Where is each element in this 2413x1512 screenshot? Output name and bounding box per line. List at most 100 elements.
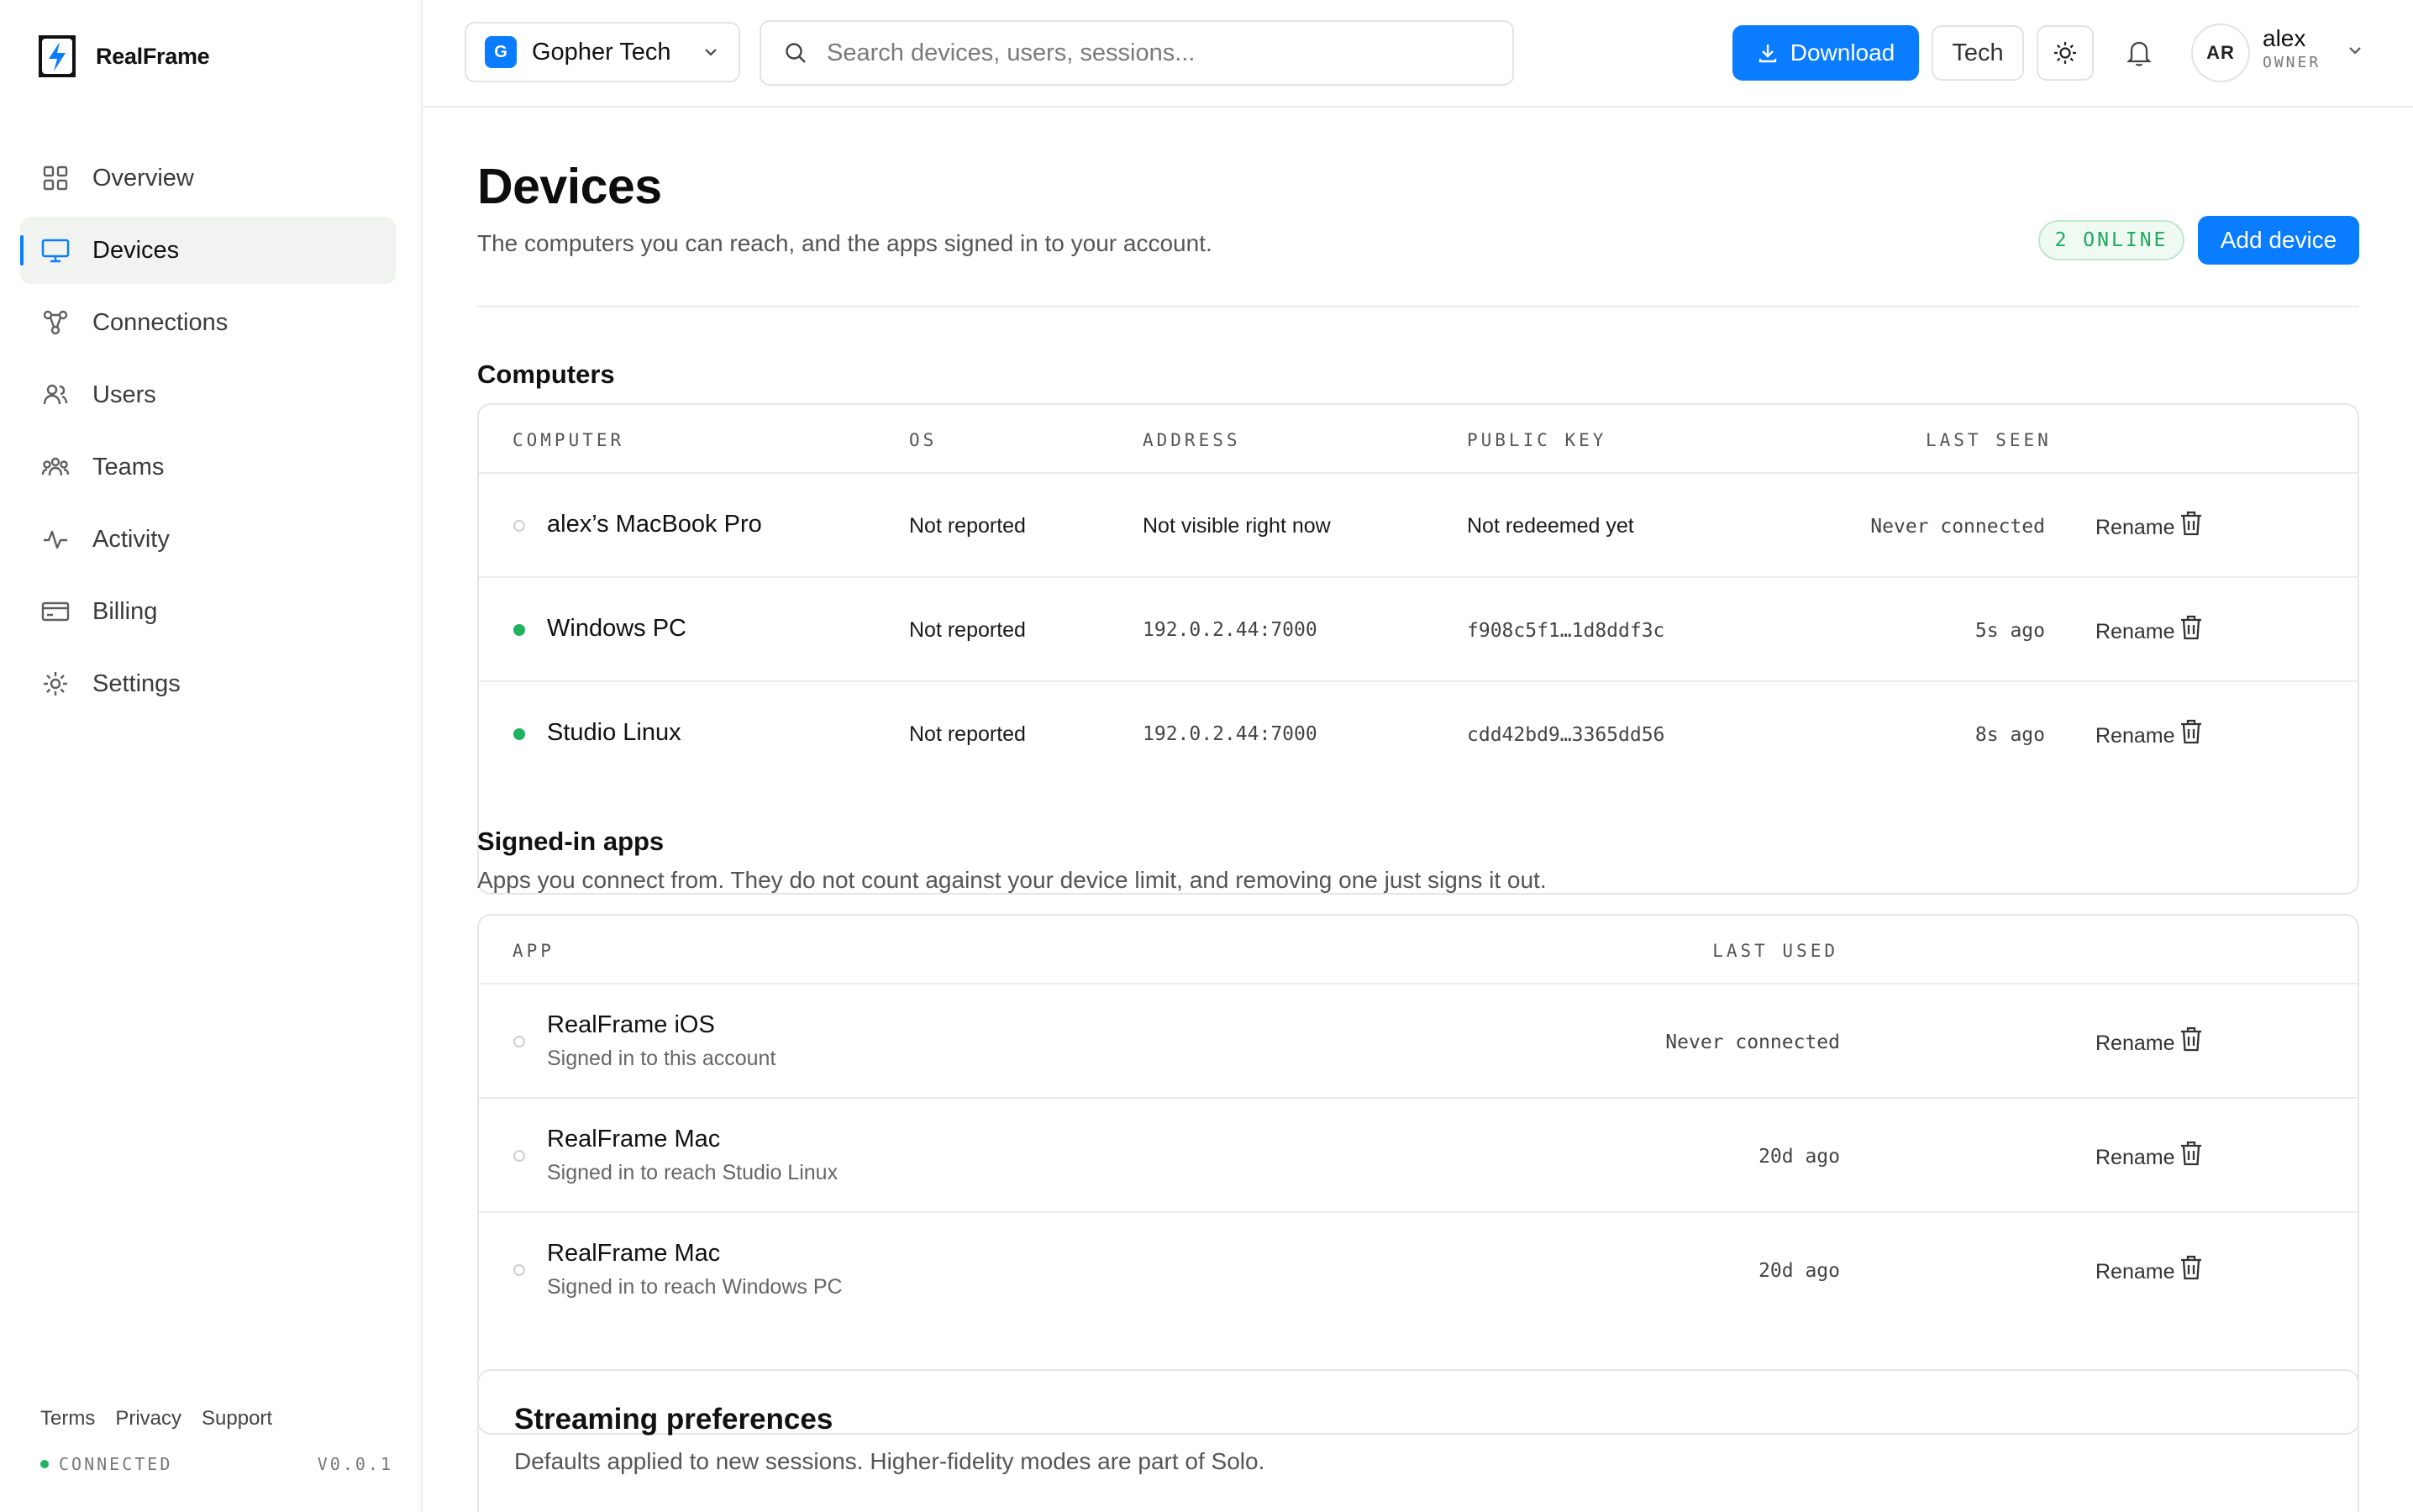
- trash-icon[interactable]: [2179, 1025, 2204, 1053]
- page-subtitle: The computers you can reach, and the app…: [477, 230, 1212, 256]
- sidebar-item-settings[interactable]: Settings: [20, 650, 396, 717]
- download-button[interactable]: Download: [1732, 25, 1919, 81]
- tech-button[interactable]: Tech: [1932, 25, 2024, 81]
- online-status-dot: [513, 624, 525, 636]
- sidebar-item-label: Overview: [92, 164, 194, 192]
- sidebar-footer: Terms Privacy Support CONNECTED V0.0.1: [40, 1407, 393, 1474]
- app-detail: Signed in to reach Windows PC: [547, 1275, 843, 1299]
- table-row[interactable]: Windows PC Not reported 192.0.2.44:7000 …: [479, 578, 2358, 682]
- table-header: COMPUTER OS ADDRESS PUBLIC KEY LAST SEEN: [479, 405, 2358, 474]
- terms-link[interactable]: Terms: [40, 1407, 95, 1431]
- download-icon: [1757, 42, 1779, 64]
- computer-address: 192.0.2.44:7000: [1143, 619, 1317, 641]
- apps-section-subtitle: Apps you connect from. They do not count…: [477, 867, 1547, 893]
- team-icon: [40, 452, 71, 482]
- brand-name: RealFrame: [96, 43, 210, 69]
- rename-button[interactable]: Rename: [2095, 1260, 2175, 1284]
- rename-button[interactable]: Rename: [2095, 724, 2175, 748]
- trash-icon[interactable]: [2179, 509, 2204, 538]
- trash-icon[interactable]: [2179, 613, 2204, 642]
- connection-status: CONNECTED: [40, 1454, 172, 1474]
- app-last-used: 20d ago: [1758, 1146, 1840, 1168]
- sidebar-item-teams[interactable]: Teams: [20, 433, 396, 501]
- computer-os: Not reported: [909, 514, 1026, 538]
- computer-public-key: cdd42bd9…3365dd56: [1467, 724, 1665, 746]
- sidebar-item-billing[interactable]: Billing: [20, 578, 396, 645]
- computer-os: Not reported: [909, 722, 1026, 746]
- connection-status-label: CONNECTED: [59, 1454, 173, 1474]
- privacy-link[interactable]: Privacy: [115, 1407, 181, 1431]
- offline-status-dot: [513, 1150, 525, 1162]
- trash-icon[interactable]: [2179, 1253, 2204, 1282]
- page-title: Devices: [477, 159, 662, 214]
- org-switcher[interactable]: G Gopher Tech: [465, 22, 740, 82]
- sidebar-item-connections[interactable]: Connections: [20, 289, 396, 356]
- topbar: G Gopher Tech Download Tech AR alex OWNE…: [423, 0, 2413, 108]
- column-header-computer: COMPUTER: [513, 430, 625, 450]
- computer-last-seen: Never connected: [1870, 516, 2045, 538]
- computer-last-seen: 5s ago: [1974, 620, 2045, 642]
- chevron-down-icon: [702, 43, 720, 61]
- notifications-button[interactable]: [2120, 34, 2158, 72]
- computer-address: 192.0.2.44:7000: [1143, 723, 1317, 745]
- trash-icon[interactable]: [2179, 1139, 2204, 1168]
- brand-logo[interactable]: RealFrame: [34, 30, 210, 82]
- app-last-used: Never connected: [1665, 1032, 1840, 1053]
- online-count-badge: 2 ONLINE: [2038, 220, 2184, 260]
- support-link[interactable]: Support: [202, 1407, 272, 1431]
- computer-name: alex’s MacBook Pro: [547, 511, 762, 538]
- apps-table: APP LAST USED RealFrame iOS Signed in to…: [477, 914, 2359, 1435]
- streaming-preferences-card: Streaming preferences Defaults applied t…: [477, 1369, 2359, 1512]
- add-device-button[interactable]: Add device: [2198, 216, 2359, 265]
- user-role: OWNER: [2263, 54, 2321, 71]
- users-icon: [40, 380, 71, 410]
- activity-icon: [40, 524, 71, 554]
- table-row[interactable]: RealFrame Mac Signed in to reach Studio …: [479, 1099, 2358, 1213]
- rename-button[interactable]: Rename: [2095, 516, 2175, 540]
- column-header-os: OS: [909, 430, 938, 450]
- rename-button[interactable]: Rename: [2095, 1146, 2175, 1170]
- table-row[interactable]: alex’s MacBook Pro Not reported Not visi…: [479, 474, 2358, 578]
- user-menu[interactable]: alex OWNER: [2263, 25, 2321, 71]
- sidebar-item-users[interactable]: Users: [20, 361, 396, 428]
- credit-card-icon: [40, 596, 71, 627]
- table-row[interactable]: RealFrame Mac Signed in to reach Windows…: [479, 1213, 2358, 1327]
- chevron-down-icon[interactable]: [2345, 40, 2365, 60]
- streaming-preferences-title: Streaming preferences: [514, 1403, 833, 1436]
- sidebar-item-overview[interactable]: Overview: [20, 144, 396, 212]
- offline-status-dot: [513, 1264, 525, 1276]
- apps-section-title: Signed-in apps: [477, 827, 665, 856]
- bolt-logo-icon: [34, 32, 81, 81]
- search-icon: [783, 40, 808, 66]
- app-name: RealFrame Mac: [547, 1126, 721, 1152]
- rename-button[interactable]: Rename: [2095, 620, 2175, 644]
- column-header-app: APP: [513, 941, 555, 961]
- sidebar-item-label: Users: [92, 381, 156, 408]
- table-row[interactable]: RealFrame iOS Signed in to this account …: [479, 984, 2358, 1099]
- streaming-preferences-subtitle: Defaults applied to new sessions. Higher…: [514, 1448, 1265, 1474]
- column-header-last-used: LAST USED: [1712, 941, 1838, 961]
- theme-toggle-button[interactable]: [2037, 25, 2094, 81]
- rename-button[interactable]: Rename: [2095, 1032, 2175, 1056]
- search-box[interactable]: [760, 20, 1514, 86]
- table-row[interactable]: Studio Linux Not reported 192.0.2.44:700…: [479, 682, 2358, 786]
- grid-icon: [40, 163, 71, 193]
- sidebar-item-devices[interactable]: Devices: [20, 217, 396, 284]
- offline-status-dot: [513, 1036, 525, 1047]
- sidebar-item-label: Activity: [92, 525, 170, 553]
- org-name: Gopher Tech: [532, 38, 671, 66]
- avatar[interactable]: AR: [2191, 24, 2250, 82]
- search-input[interactable]: [827, 39, 1490, 67]
- column-header-last-seen: LAST SEEN: [1926, 430, 2052, 450]
- computer-os: Not reported: [909, 618, 1026, 642]
- app-name: RealFrame iOS: [547, 1011, 715, 1038]
- sidebar-item-label: Settings: [92, 669, 181, 697]
- sidebar-nav: Overview Devices Connections Users Teams…: [20, 144, 396, 722]
- offline-status-dot: [513, 520, 525, 532]
- sidebar-item-activity[interactable]: Activity: [20, 506, 396, 573]
- computer-name: Windows PC: [547, 615, 686, 642]
- version-label: V0.0.1: [317, 1454, 393, 1474]
- trash-icon[interactable]: [2179, 717, 2204, 746]
- app-detail: Signed in to this account: [547, 1047, 776, 1070]
- column-header-public-key: PUBLIC KEY: [1467, 430, 1607, 450]
